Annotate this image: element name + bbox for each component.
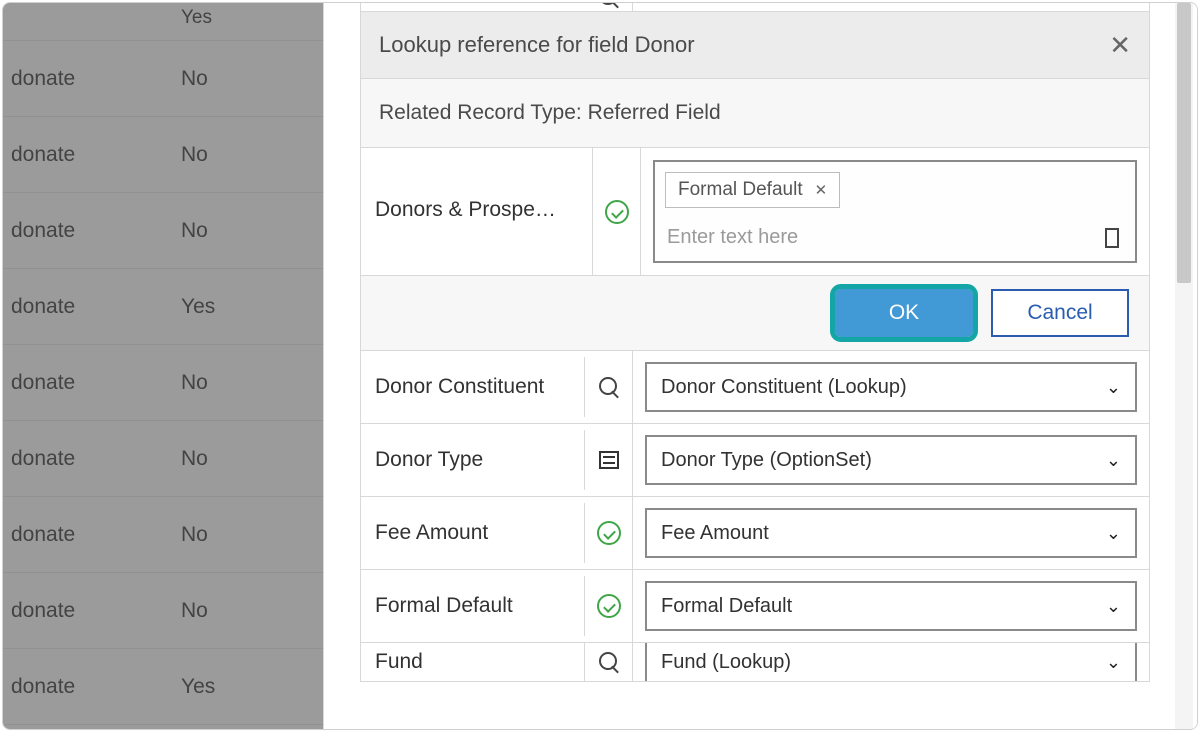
dropdown-value: Fund (Lookup): [661, 651, 791, 674]
lookup-icon[interactable]: [585, 2, 633, 11]
selected-token: Formal Default ✕: [665, 172, 840, 208]
chevron-down-icon: ⌄: [1106, 377, 1121, 398]
field-row-fund: Fund Fund (Lookup) ⌄: [360, 642, 1150, 682]
search-icon[interactable]: [599, 377, 619, 397]
field-row-donor-constituent: Donor Constituent Donor Constituent (Loo…: [360, 350, 1150, 424]
field-label: Formal Default: [361, 576, 585, 636]
lookup-subtitle: Related Record Type: Referred Field: [379, 101, 721, 125]
dropdown-value: Donor (Lookup): [661, 2, 800, 3]
field-label: Fund: [361, 642, 585, 682]
field-dropdown[interactable]: Formal Default ⌄: [645, 581, 1137, 631]
dropdown-value: Fee Amount: [661, 522, 769, 545]
lookup-header: Lookup reference for field Donor ✕: [360, 11, 1150, 79]
referred-field-box[interactable]: Formal Default ✕: [653, 160, 1137, 263]
field-dropdown[interactable]: Donor Constituent (Lookup) ⌄: [645, 362, 1137, 412]
check-circle-icon: [597, 594, 621, 618]
field-dropdown[interactable]: Fund (Lookup) ⌄: [645, 642, 1137, 682]
token-label: Formal Default: [678, 179, 803, 201]
field-row-formal-default: Formal Default Formal Default ⌄: [360, 569, 1150, 643]
lookup-reference-row: Donors & Prospe… Formal Default ✕: [360, 147, 1150, 276]
field-label: Fee Amount: [361, 503, 585, 563]
chevron-down-icon: ⌄: [1106, 450, 1121, 471]
field-label: Donor Constituent: [361, 357, 585, 417]
record-type-label: Donors & Prospe…: [361, 148, 593, 275]
chevron-down-icon: ⌄: [1106, 652, 1121, 673]
dropdown-value: Donor Constituent (Lookup): [661, 376, 907, 399]
field-label: Donor Type: [361, 430, 585, 490]
dropdown-value: Donor Type (OptionSet): [661, 449, 872, 472]
field-dropdown[interactable]: Donor Type (OptionSet) ⌄: [645, 435, 1137, 485]
field-row-fee-amount: Fee Amount Fee Amount ⌄: [360, 496, 1150, 570]
remove-token-icon[interactable]: ✕: [815, 181, 828, 199]
ok-button[interactable]: OK: [835, 289, 973, 337]
field-row-donor-type: Donor Type Donor Type (OptionSet) ⌄: [360, 423, 1150, 497]
scrollbar-thumb[interactable]: [1177, 3, 1191, 283]
modal-overlay: [3, 3, 323, 729]
check-circle-icon: [605, 200, 629, 224]
search-icon[interactable]: [599, 652, 619, 672]
check-circle-icon: [597, 521, 621, 545]
cancel-button[interactable]: Cancel: [991, 289, 1129, 337]
referred-field-input[interactable]: [667, 226, 1029, 249]
lookup-button-row: OK Cancel: [360, 275, 1150, 351]
lookup-subheader: Related Record Type: Referred Field: [360, 78, 1150, 148]
chevron-down-icon: ⌄: [1106, 596, 1121, 617]
list-icon[interactable]: [599, 451, 619, 469]
picker-icon[interactable]: [1105, 228, 1119, 248]
close-icon[interactable]: ✕: [1109, 30, 1131, 61]
field-mapping-panel: Donor (Lookup) ▾ Lookup reference for fi…: [323, 3, 1198, 729]
chevron-down-icon: ⌄: [1106, 523, 1121, 544]
lookup-title: Lookup reference for field Donor: [379, 32, 695, 58]
field-dropdown[interactable]: Fee Amount ⌄: [645, 508, 1137, 558]
dropdown-value: Formal Default: [661, 595, 792, 618]
